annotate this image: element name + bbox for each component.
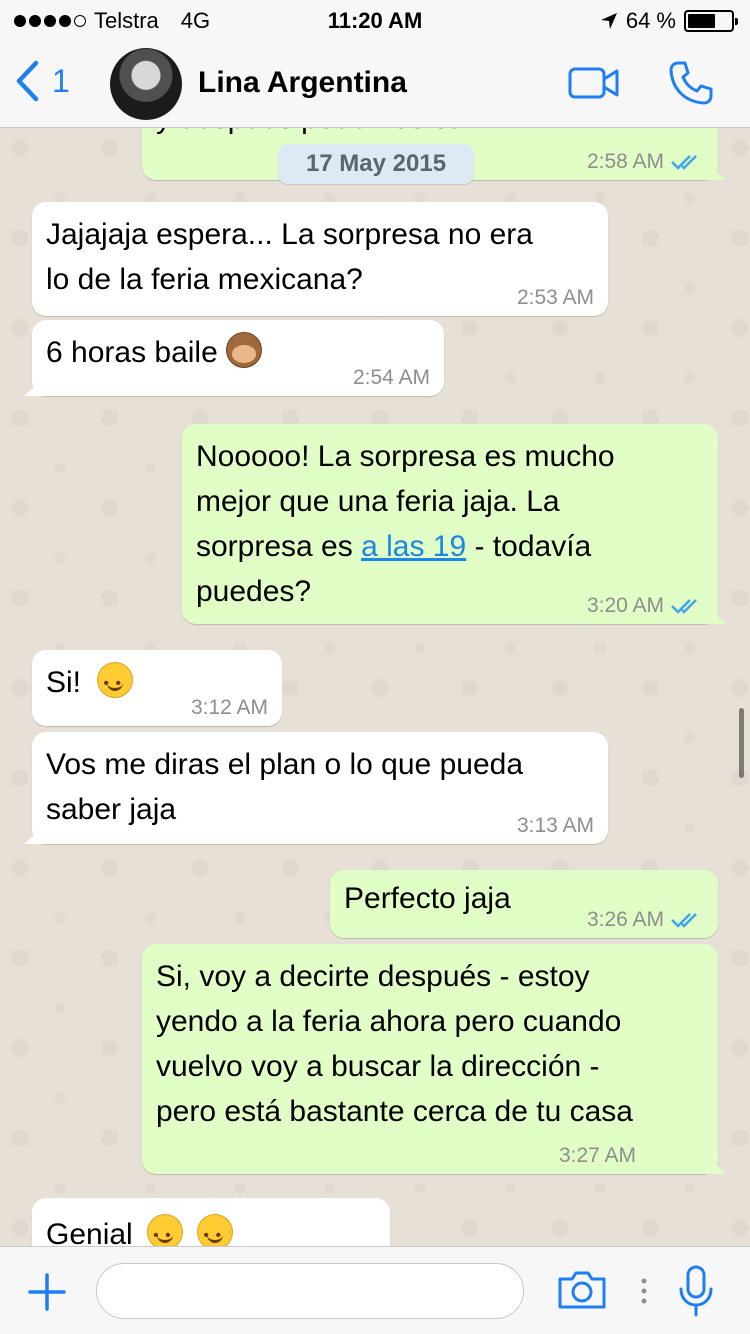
message-text: y despues podemos salir [156, 128, 488, 141]
message-text: Si! [46, 660, 134, 706]
message-line: lo de la feria mexicana? [46, 263, 363, 296]
battery-percent: 64 % [625, 8, 676, 33]
message-meta: 2:58 AM [587, 150, 704, 174]
battery-icon [684, 10, 738, 32]
message-incoming[interactable]: Si! 3:12 AM [32, 650, 282, 726]
read-receipt-icon [671, 599, 697, 614]
message-meta: 3:26 AM [587, 908, 704, 932]
message-line: Nooooo! La sorpresa es mucho [196, 440, 615, 473]
message-list[interactable]: y despues podemos salir 2:58 AM 17 May 2… [0, 128, 750, 1246]
message-text: 6 horas baile [46, 330, 263, 375]
message-incoming[interactable]: Jajajaja espera... La sorpresa no era lo… [32, 202, 608, 316]
microphone-icon [679, 1265, 713, 1317]
message-time: 2:54 AM [352, 366, 430, 389]
message-time: 3:26 AM [586, 908, 664, 931]
see-no-evil-monkey-icon [226, 332, 263, 368]
message-meta: 3:20 AM [587, 594, 704, 618]
message-meta: 3:27 AM [559, 1144, 636, 1168]
read-receipt-icon [671, 913, 697, 928]
message-body: Genial [46, 1218, 133, 1246]
message-line: yendo a la feria ahora pero cuando [156, 1005, 622, 1038]
status-right: 64 % [600, 8, 738, 34]
smiling-face-icon [97, 661, 134, 706]
network-type: 4G [180, 8, 211, 33]
message-fragment: sorpresa es [196, 530, 362, 563]
message-time: 3:13 AM [516, 814, 594, 837]
compose-bar [0, 1246, 750, 1334]
message-text: Genial [46, 1212, 234, 1246]
message-time: 3:12 AM [190, 696, 268, 719]
time-link[interactable]: a las 19 [361, 530, 466, 563]
unread-count: 1 [52, 62, 70, 99]
message-line: saber jaja [46, 793, 177, 826]
status-left: Telstra 4G [14, 8, 210, 34]
phone-icon [669, 61, 713, 105]
camera-icon [558, 1271, 606, 1309]
message-meta: 3:12 AM [191, 696, 268, 720]
voice-message-button[interactable] [676, 1265, 716, 1322]
message-text: Jajajaja espera... La sorpresa no era lo… [46, 212, 533, 302]
message-time: 3:20 AM [586, 594, 664, 617]
message-text: Perfecto jaja [344, 882, 511, 915]
message-text: Si, voy a decirte después - estoy yendo … [156, 954, 633, 1134]
date-separator: 17 May 2015 [278, 144, 474, 184]
message-input[interactable] [96, 1263, 524, 1319]
message-incoming[interactable]: 6 horas baile 2:54 AM [24, 320, 444, 396]
chat-header: 1 Lina Argentina [0, 40, 750, 128]
message-text: Vos me diras el plan o lo que pueda sabe… [46, 742, 523, 832]
message-meta: 3:13 AM [517, 814, 594, 838]
message-line: puedes? [196, 575, 312, 608]
message-incoming[interactable]: Genial [32, 1198, 390, 1246]
message-line: Vos me diras el plan o lo que pueda [46, 748, 523, 781]
carrier-name: Telstra [94, 8, 159, 33]
message-line: vuelvo voy a buscar la dirección - [156, 1050, 600, 1083]
message-time: 2:53 AM [516, 286, 594, 309]
avatar[interactable] [110, 48, 182, 120]
message-line: sorpresa es a las 19 - todavía [196, 524, 615, 569]
message-fragment: - todavía [466, 530, 592, 563]
more-dots-icon [641, 1278, 647, 1304]
attach-button[interactable] [28, 1273, 66, 1316]
video-camera-icon [568, 67, 619, 99]
smiling-face-icon [147, 1213, 184, 1246]
more-options-button[interactable] [640, 1277, 648, 1310]
message-incoming[interactable]: Vos me diras el plan o lo que pueda sabe… [24, 732, 608, 844]
message-text: Nooooo! La sorpresa es mucho mejor que u… [196, 434, 615, 614]
contact-name[interactable]: Lina Argentina [198, 66, 407, 100]
plus-icon [28, 1273, 66, 1311]
message-line: Si, voy a decirte después - estoy [156, 960, 590, 993]
message-outgoing[interactable]: Nooooo! La sorpresa es mucho mejor que u… [182, 424, 726, 624]
camera-button[interactable] [556, 1269, 608, 1316]
status-bar: Telstra 4G 11:20 AM 64 % [0, 0, 750, 40]
back-chevron-icon [16, 60, 39, 102]
message-body: Si! [46, 666, 82, 699]
video-call-button[interactable] [568, 66, 620, 105]
signal-strength-icon [14, 15, 86, 27]
smiling-face-icon [197, 1213, 234, 1246]
message-time: 2:58 AM [586, 150, 664, 173]
location-arrow-icon [600, 13, 617, 29]
message-line: mejor que una feria jaja. La [196, 485, 560, 518]
message-time: 3:27 AM [558, 1144, 636, 1167]
read-receipt-icon [671, 155, 697, 170]
voice-call-button[interactable] [668, 60, 714, 111]
message-outgoing[interactable]: Si, voy a decirte después - estoy yendo … [142, 944, 726, 1174]
message-meta: 2:53 AM [517, 286, 594, 310]
message-outgoing[interactable]: Perfecto jaja 3:26 AM [330, 870, 718, 938]
back-button[interactable]: 1 [14, 60, 70, 102]
message-body: 6 horas baile [46, 336, 218, 369]
scrollbar[interactable] [739, 708, 744, 778]
battery-level [688, 14, 715, 28]
message-meta: 2:54 AM [353, 366, 430, 390]
message-line: Jajajaja espera... La sorpresa no era [46, 218, 533, 251]
message-line: pero está bastante cerca de tu casa [156, 1095, 633, 1128]
